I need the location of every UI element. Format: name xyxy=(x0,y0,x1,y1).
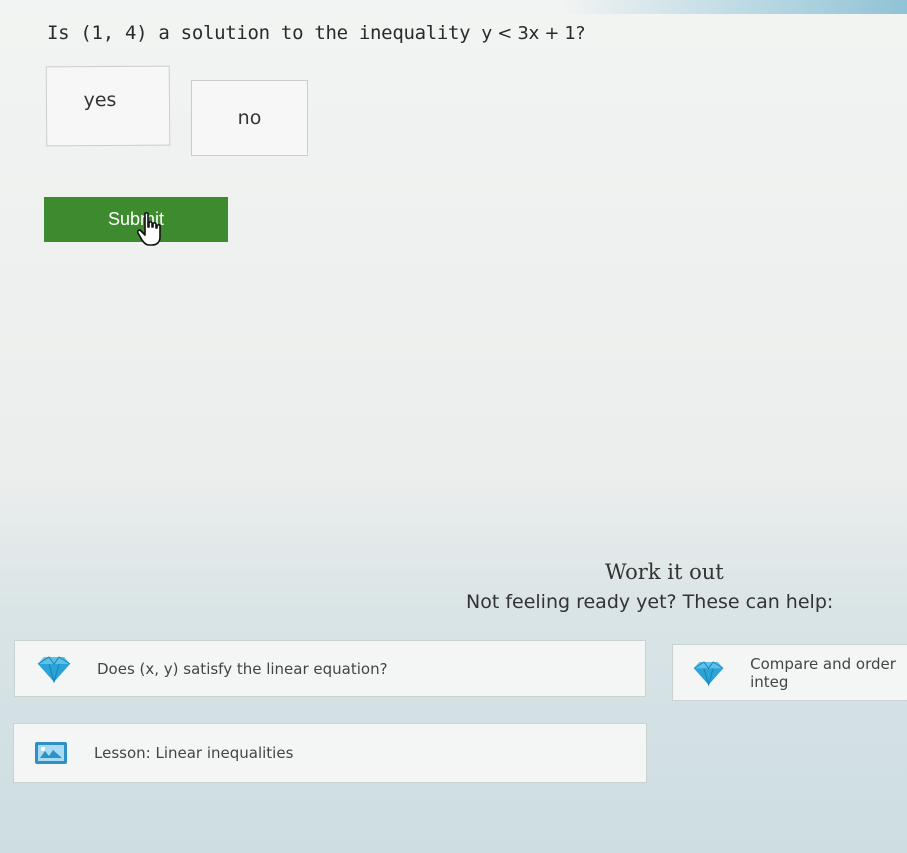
help-card-label: Does (x, y) satisfy the linear equation? xyxy=(97,659,388,678)
diamond-icon xyxy=(693,660,724,687)
choice-no-label: no xyxy=(237,107,262,129)
hand-cursor-icon xyxy=(137,212,161,246)
submit-button[interactable]: Submit xyxy=(44,197,228,242)
question-suffix: ? xyxy=(575,23,586,44)
question-inequality: y < 3x + 1 xyxy=(481,23,576,44)
choice-no[interactable]: no xyxy=(191,80,308,156)
help-card-linear-equation[interactable]: Does (x, y) satisfy the linear equation? xyxy=(14,640,646,697)
help-card-label: Compare and order integ xyxy=(750,654,896,691)
question-middle: a solution to the inequality xyxy=(158,22,471,44)
lesson-icon xyxy=(35,742,67,764)
choice-yes[interactable]: yes xyxy=(45,65,171,147)
help-subheading: Not feeling ready yet? These can help: xyxy=(466,591,834,613)
choice-yes-label: yes xyxy=(83,88,117,112)
help-card-label: Lesson: Linear inequalities xyxy=(94,744,294,762)
work-it-out-heading: Work it out xyxy=(605,560,724,584)
question-text: Is (1, 4) a solution to the inequality y… xyxy=(47,22,585,44)
top-accent-bar xyxy=(560,0,907,14)
diamond-icon xyxy=(37,655,71,683)
question-point: (1, 4) xyxy=(80,22,148,44)
help-card-compare-integers[interactable]: Compare and order integ xyxy=(672,644,907,701)
help-card-lesson[interactable]: Lesson: Linear inequalities xyxy=(13,723,647,783)
question-prefix: Is xyxy=(47,22,70,44)
